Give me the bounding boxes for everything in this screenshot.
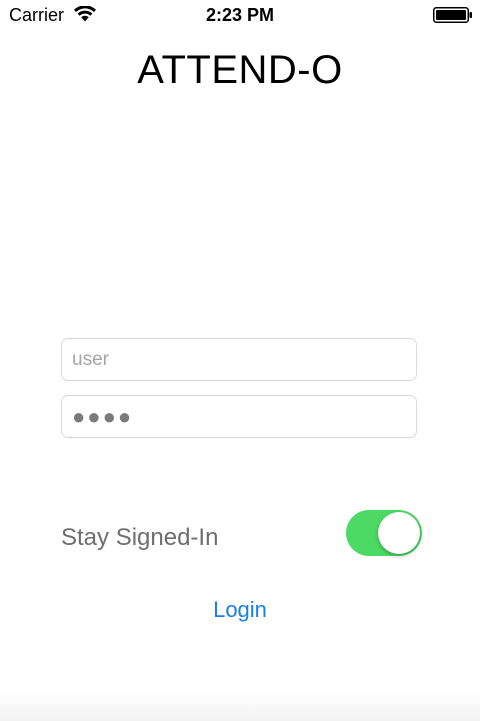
password-masked-value: ●●●● — [72, 403, 134, 429]
battery-full-icon — [433, 7, 472, 23]
stay-signed-in-label: Stay Signed-In — [61, 524, 219, 551]
toggle-knob — [378, 512, 420, 554]
bottom-edge — [0, 691, 480, 721]
status-bar: Carrier 2:23 PM — [0, 0, 480, 32]
stay-signed-in-toggle[interactable] — [346, 510, 422, 556]
app-title: ATTEND-O — [137, 48, 343, 92]
clock: 2:23 PM — [205, 5, 275, 25]
login-button[interactable]: Login — [190, 596, 290, 624]
password-input[interactable]: ●●●● — [61, 395, 417, 438]
username-input[interactable] — [61, 338, 417, 381]
